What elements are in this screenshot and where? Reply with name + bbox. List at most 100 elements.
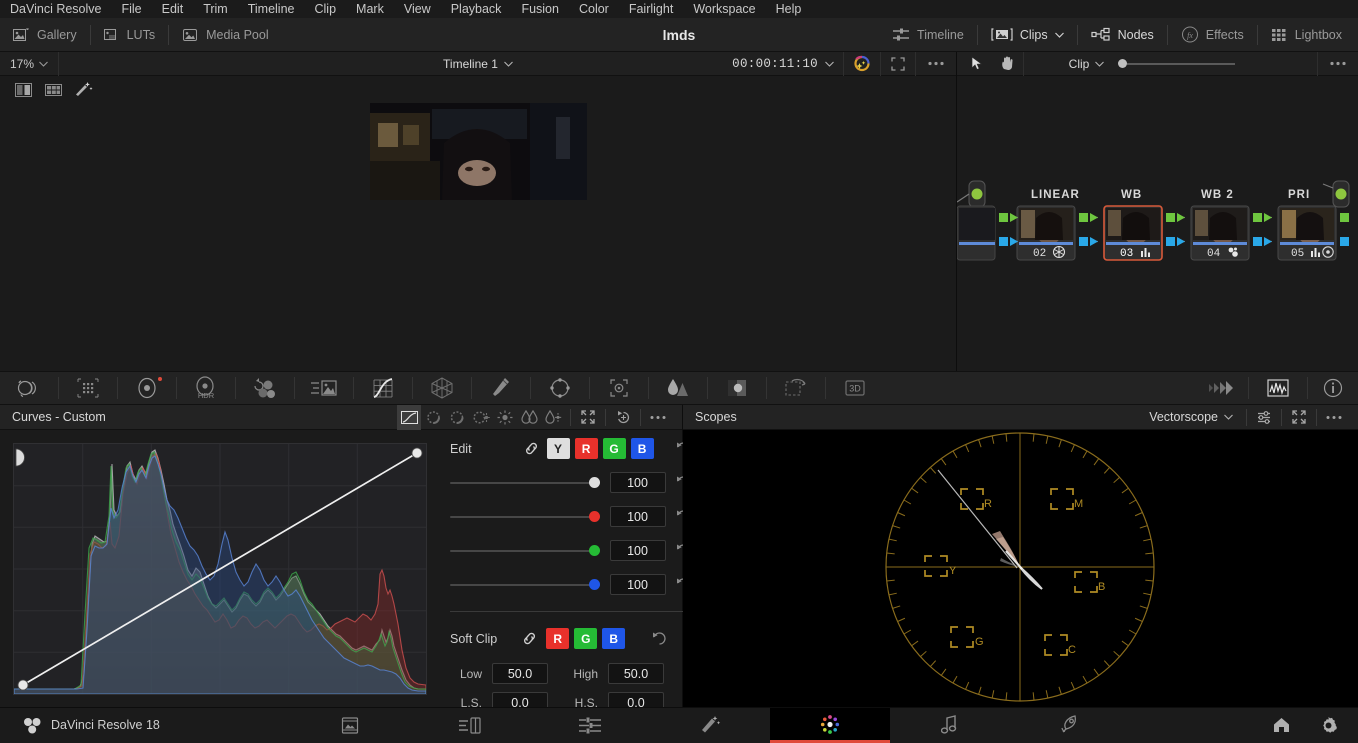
menu-item-trim[interactable]: Trim <box>193 0 238 18</box>
qualifier-button[interactable] <box>472 371 530 405</box>
more-options-icon[interactable] <box>1318 61 1358 66</box>
vectorscope[interactable]: R M Y B G C <box>683 430 1358 707</box>
home-icon[interactable] <box>1272 716 1291 734</box>
node-size-slider[interactable] <box>1118 59 1236 68</box>
color-enhance-icon[interactable] <box>844 55 880 72</box>
fairlight-page-button[interactable] <box>890 708 1010 743</box>
chevron-down-icon[interactable] <box>39 61 48 67</box>
chevron-down-icon[interactable] <box>1054 32 1064 38</box>
menu-item-workspace[interactable]: Workspace <box>683 0 765 18</box>
expand-icon[interactable] <box>576 405 600 430</box>
curves-button[interactable] <box>354 371 412 405</box>
luts-button[interactable]: LUTs <box>91 18 168 52</box>
menu-item-color[interactable]: Color <box>569 0 619 18</box>
hdr-wheels-button[interactable]: HDR <box>177 371 235 405</box>
scopes-button[interactable] <box>1249 371 1307 405</box>
color-warper-button[interactable] <box>59 371 117 405</box>
menu-item-edit[interactable]: Edit <box>152 0 194 18</box>
timeline-button[interactable]: Timeline <box>879 18 977 52</box>
info-button[interactable] <box>1308 371 1358 405</box>
menu-item-davinci-resolve[interactable]: DaVinci Resolve <box>6 0 111 18</box>
more-options-icon[interactable] <box>1322 405 1346 430</box>
blur-button[interactable] <box>649 371 707 405</box>
effects-button[interactable]: fx Effects <box>1168 18 1257 52</box>
sat-vs-lum-icon[interactable] <box>541 405 565 430</box>
tracker-button[interactable] <box>590 371 648 405</box>
slider-b[interactable] <box>450 579 600 591</box>
slider-r[interactable] <box>450 511 600 523</box>
link-channels-icon[interactable] <box>524 441 539 456</box>
chevron-down-icon[interactable] <box>818 61 843 67</box>
low-field[interactable]: 50.0 <box>492 663 548 684</box>
channel-button-g[interactable]: G <box>602 438 626 459</box>
grid-view-icon[interactable] <box>40 79 66 101</box>
soft-clip-channel-b[interactable]: B <box>602 628 626 649</box>
gallery-button[interactable]: Gallery <box>0 18 90 52</box>
settings-icon[interactable] <box>1319 716 1338 735</box>
sat-vs-sat-icon[interactable] <box>517 405 541 430</box>
lightbox-button[interactable]: Lightbox <box>1258 18 1358 52</box>
hue-vs-lum-icon[interactable] <box>469 405 493 430</box>
slider-y[interactable] <box>450 477 600 489</box>
more-options-icon[interactable] <box>646 405 670 430</box>
rgb-mixer-button[interactable] <box>236 371 294 405</box>
slider-g[interactable] <box>450 545 600 557</box>
stills-button[interactable] <box>1190 371 1248 405</box>
custom-curve-icon[interactable] <box>397 404 421 430</box>
menu-item-fairlight[interactable]: Fairlight <box>619 0 683 18</box>
slider-knob-g[interactable] <box>588 545 600 556</box>
cursor-tool-icon[interactable] <box>957 56 992 71</box>
nodes-button[interactable]: Nodes <box>1078 18 1167 52</box>
menu-item-file[interactable]: File <box>111 0 151 18</box>
zoom-control[interactable]: 17% <box>0 57 58 71</box>
color-warper-mesh-button[interactable] <box>413 371 471 405</box>
power-windows-button[interactable] <box>531 371 589 405</box>
menu-item-help[interactable]: Help <box>766 0 812 18</box>
hue-vs-hue-icon[interactable] <box>421 405 445 430</box>
media-pool-button[interactable]: Media Pool <box>169 18 282 52</box>
reset-icon[interactable] <box>652 631 667 646</box>
value-field-r[interactable]: 100 <box>609 506 666 527</box>
chevron-down-icon[interactable] <box>1224 414 1233 420</box>
motion-effects-button[interactable] <box>295 371 353 405</box>
channel-button-y[interactable]: Y <box>546 438 570 459</box>
chevron-down-icon[interactable] <box>1095 61 1105 67</box>
sizing-button[interactable] <box>767 371 825 405</box>
primaries-button[interactable] <box>118 371 176 405</box>
channel-button-r[interactable]: R <box>574 438 598 459</box>
magic-wand-icon[interactable] <box>70 79 96 101</box>
fullscreen-icon[interactable] <box>881 56 915 71</box>
expand-icon[interactable] <box>1287 405 1311 430</box>
value-field-y[interactable]: 100 <box>609 472 666 493</box>
high-field[interactable]: 50.0 <box>608 663 664 684</box>
edit-page-button[interactable] <box>530 708 650 743</box>
fusion-page-button[interactable] <box>650 708 770 743</box>
key-button[interactable] <box>708 371 766 405</box>
viewer-timecode[interactable]: 00:00:11:10 <box>732 57 818 71</box>
link-channels-icon[interactable] <box>522 631 537 646</box>
menu-item-view[interactable]: View <box>394 0 441 18</box>
menu-item-playback[interactable]: Playback <box>441 0 512 18</box>
timeline-name[interactable]: Timeline 1 <box>443 57 498 71</box>
chevron-down-icon[interactable] <box>504 61 513 67</box>
scope-settings-icon[interactable] <box>1252 405 1276 430</box>
menu-item-mark[interactable]: Mark <box>346 0 394 18</box>
reset-icon[interactable] <box>611 405 635 430</box>
pan-tool-icon[interactable] <box>992 56 1023 71</box>
menu-item-timeline[interactable]: Timeline <box>238 0 305 18</box>
clips-button[interactable]: Clips <box>978 18 1077 52</box>
node-mode-label[interactable]: Clip <box>1069 57 1090 71</box>
lum-vs-sat-icon[interactable] <box>493 405 517 430</box>
scope-type-label[interactable]: Vectorscope <box>1149 410 1218 424</box>
slider-knob-b[interactable] <box>588 579 600 590</box>
value-field-b[interactable]: 100 <box>609 574 666 595</box>
3d-button[interactable]: 3D <box>826 371 884 405</box>
split-screen-icon[interactable] <box>10 79 36 101</box>
curve-graph[interactable] <box>13 443 427 695</box>
color-wheels-button[interactable] <box>0 371 58 405</box>
more-options-icon[interactable] <box>916 61 956 66</box>
menu-item-fusion[interactable]: Fusion <box>511 0 569 18</box>
color-page-button[interactable] <box>770 707 890 743</box>
soft-clip-channel-r[interactable]: R <box>546 628 570 649</box>
slider-knob-r[interactable] <box>588 511 600 522</box>
